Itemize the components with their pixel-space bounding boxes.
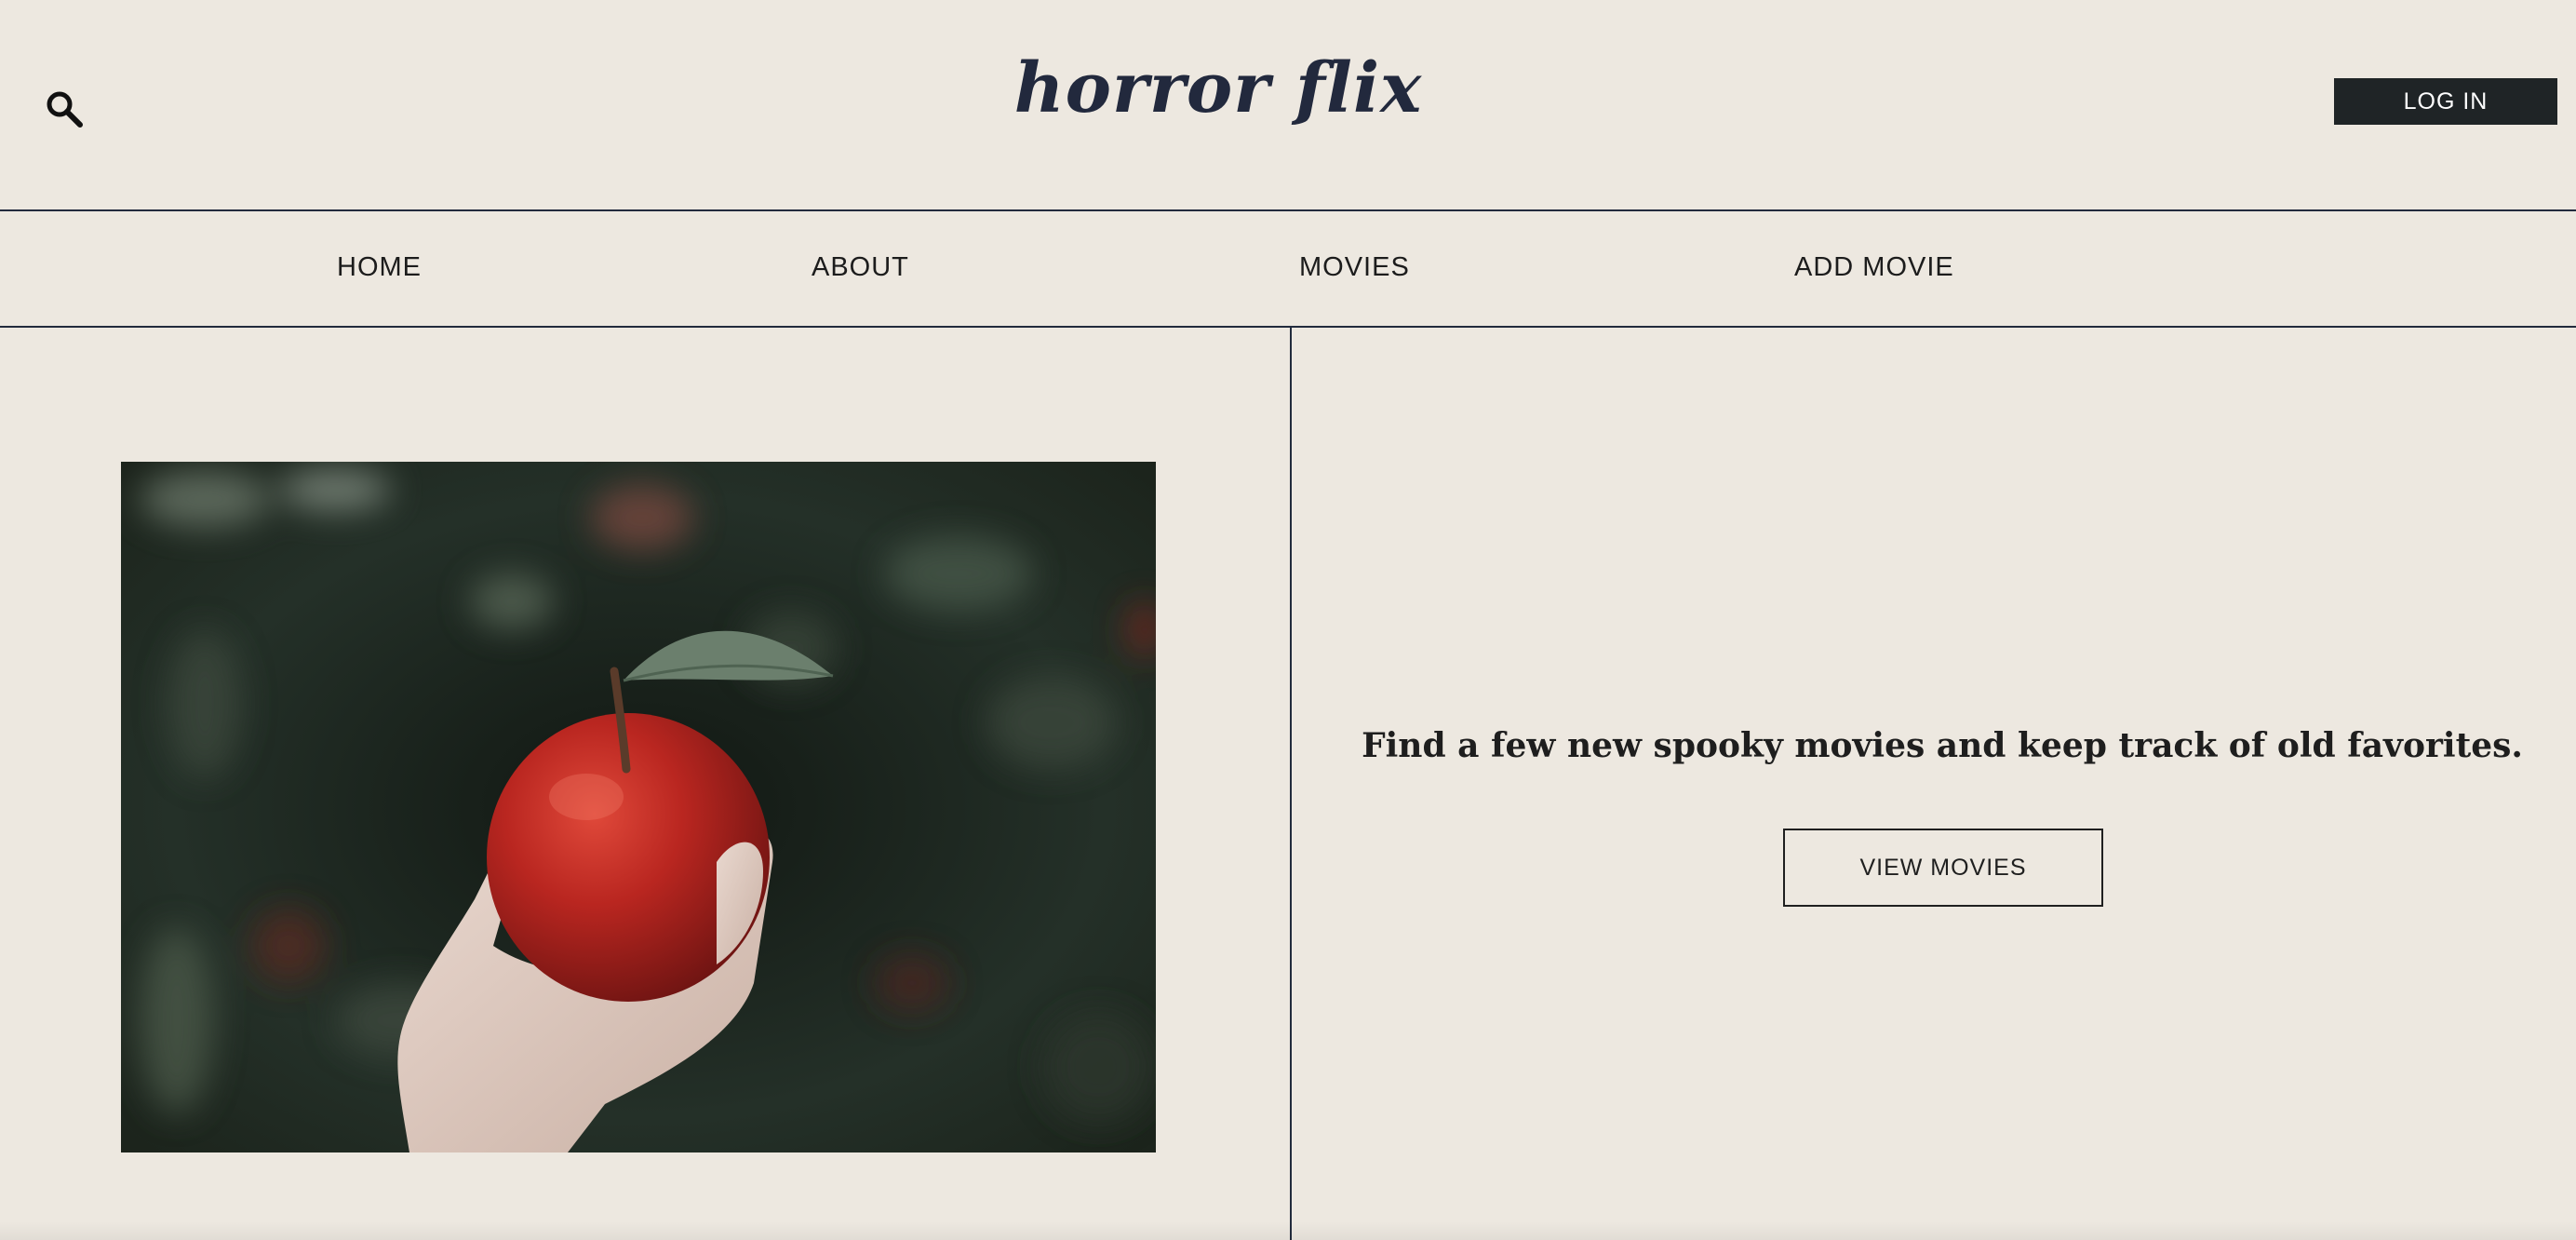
main-nav: HOME ABOUT MOVIES ADD MOVIE — [0, 211, 2576, 328]
view-movies-button[interactable]: VIEW MOVIES — [1783, 829, 2103, 907]
apple-in-hand-photo — [121, 462, 1156, 1152]
nav-item-add-movie[interactable]: ADD MOVIE — [1794, 252, 1954, 283]
nav-item-movies[interactable]: MOVIES — [1299, 252, 1410, 283]
hero-image — [121, 462, 1156, 1152]
nav-item-about[interactable]: ABOUT — [812, 252, 909, 283]
site-logo[interactable]: horror flix — [0, 48, 2436, 128]
login-button[interactable]: LOG IN — [2334, 78, 2557, 125]
hero-tagline: Find a few new spooky movies and keep tr… — [1362, 726, 2523, 765]
column-divider — [1290, 328, 1292, 1240]
nav-item-home[interactable]: HOME — [337, 252, 422, 283]
bottom-shade — [0, 1221, 2576, 1240]
site-header: horror flix LOG IN — [0, 0, 2576, 211]
